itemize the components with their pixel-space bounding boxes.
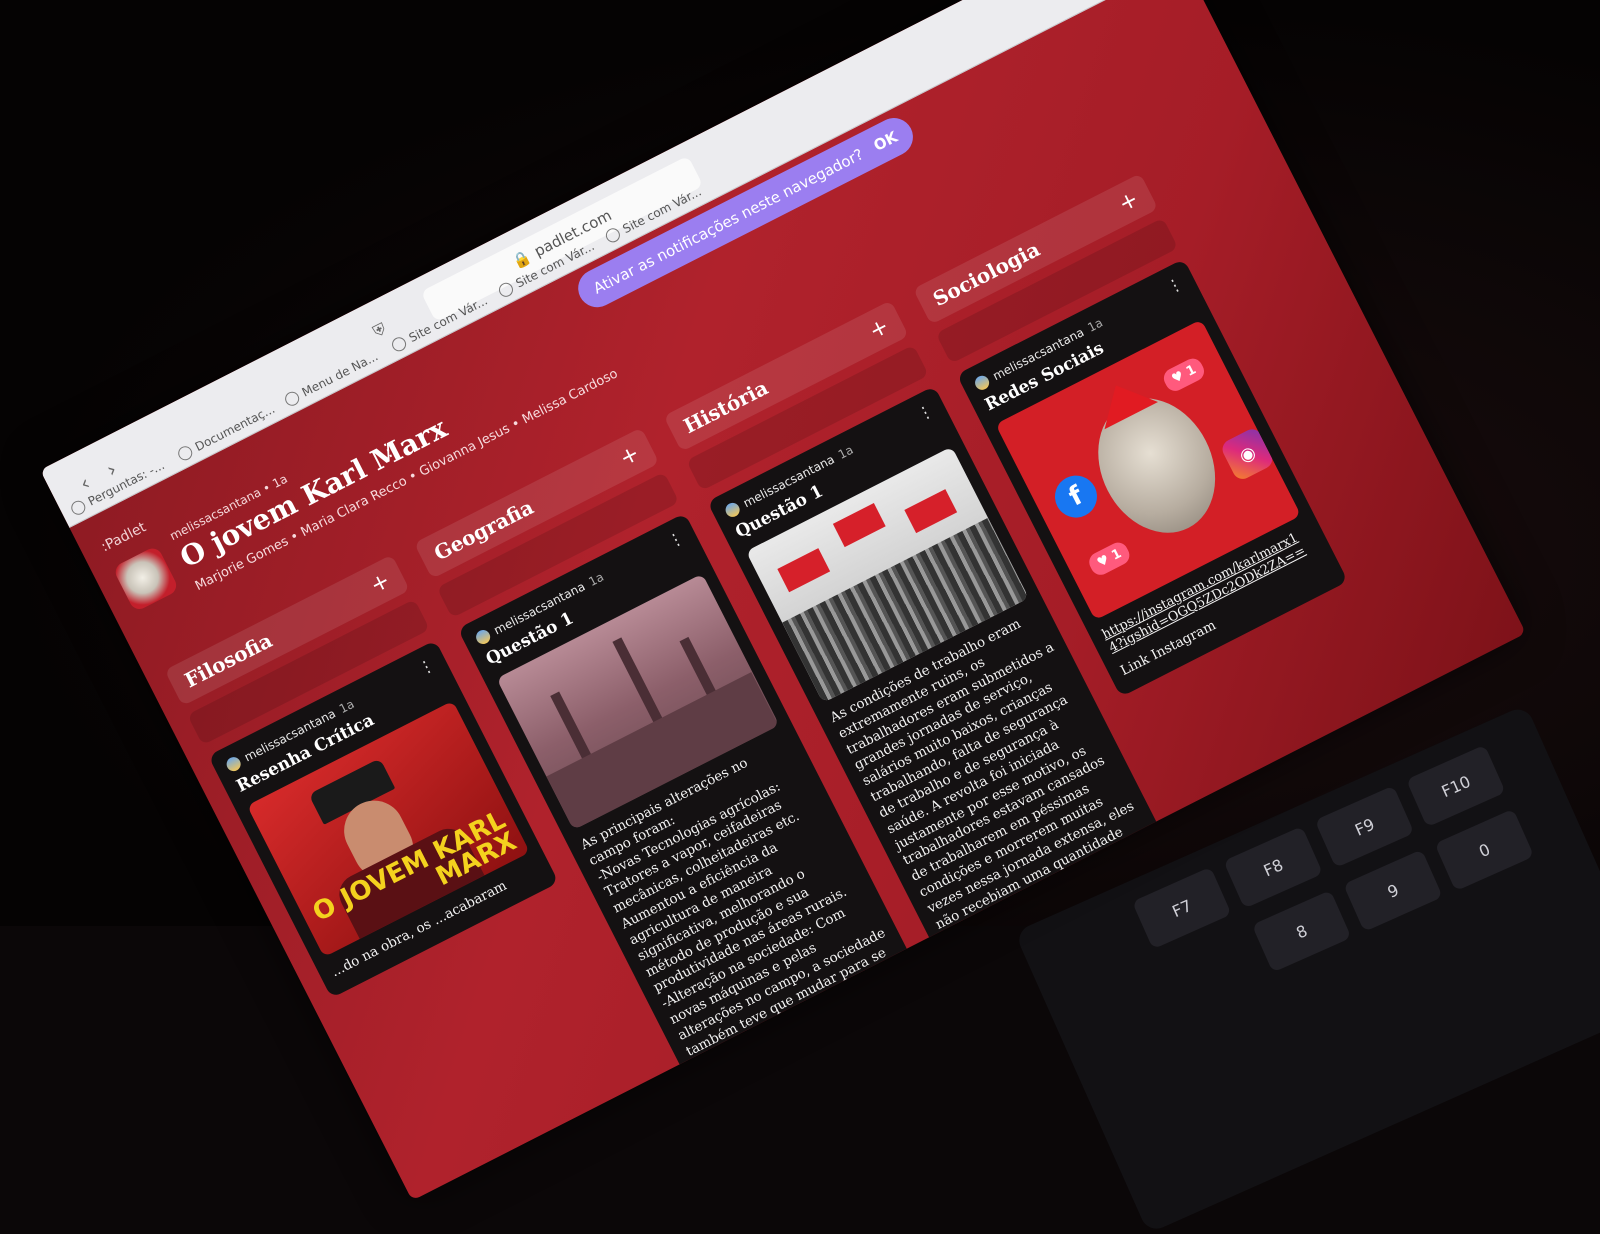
- padlet-logo[interactable]: :Padlet: [99, 519, 149, 555]
- compass-icon: [282, 389, 302, 409]
- key-f9: F9: [1314, 785, 1415, 868]
- notification-ok-button[interactable]: OK: [871, 128, 901, 155]
- red-flag-shape: [777, 548, 831, 593]
- key-f8: F8: [1223, 826, 1324, 909]
- instagram-icon: ◉: [1219, 425, 1276, 483]
- doc-icon: [68, 498, 88, 518]
- compass-icon: [496, 280, 516, 300]
- shield-icon[interactable]: ⛨: [370, 319, 390, 342]
- avatar: [723, 500, 743, 520]
- key-9: 9: [1343, 849, 1443, 932]
- heart-like-icon: ♥ 1: [1160, 355, 1208, 395]
- add-post-icon[interactable]: +: [865, 313, 893, 344]
- key-8: 8: [1251, 890, 1352, 973]
- board-avatar: [112, 545, 180, 613]
- compass-icon: [603, 225, 623, 245]
- key-0: 0: [1434, 808, 1535, 892]
- heart-like-icon: ♥ 1: [1085, 539, 1134, 579]
- add-post-icon[interactable]: +: [616, 440, 644, 471]
- add-post-icon[interactable]: +: [1115, 186, 1143, 217]
- avatar: [224, 754, 244, 774]
- red-flag-shape: [832, 503, 886, 548]
- tab-menu-navegacao[interactable]: Menu de Na...: [281, 346, 382, 412]
- facebook-icon: f: [1047, 468, 1105, 525]
- key-f7: F7: [1131, 866, 1232, 950]
- tab-documentacao[interactable]: Documentaç...: [174, 398, 279, 466]
- avatar: [473, 627, 493, 647]
- photo-scene: F10 F9 F8 F7 0 9 8 ‹ › ⛨ 🔒 padlet.com Pe…: [0, 0, 1600, 1234]
- key-f10: F10: [1406, 744, 1506, 828]
- compass-icon: [389, 334, 409, 354]
- avatar: [972, 373, 992, 393]
- red-flag-shape: [904, 489, 958, 534]
- add-post-icon[interactable]: +: [366, 568, 394, 599]
- vscode-icon: [175, 443, 195, 463]
